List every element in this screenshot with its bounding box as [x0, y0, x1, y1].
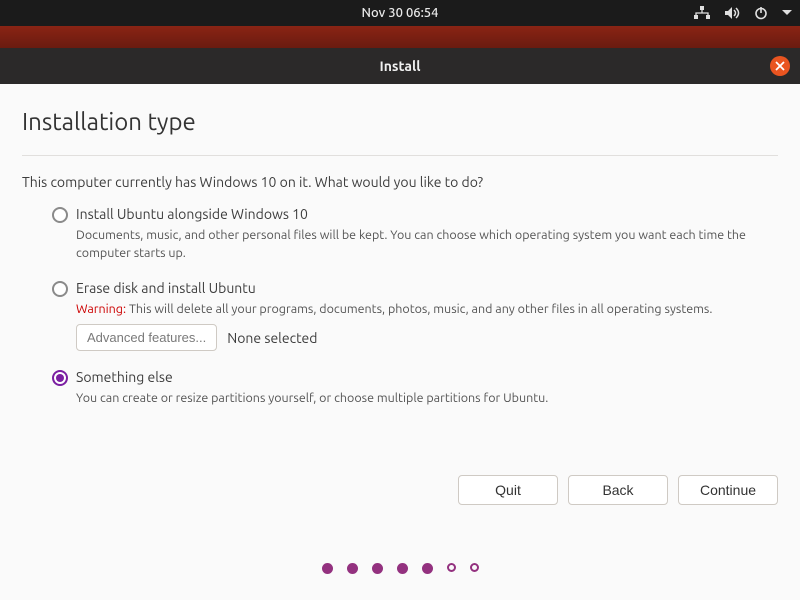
content-area: Installation type This computer currentl…: [0, 84, 800, 436]
progress-indicator: [0, 563, 800, 574]
system-topbar: Nov 30 06:54: [0, 0, 800, 26]
clock[interactable]: Nov 30 06:54: [362, 6, 439, 20]
option-description: You can create or resize partitions your…: [52, 389, 772, 407]
progress-dot: [397, 563, 408, 574]
progress-dot: [422, 563, 433, 574]
option-something-else: Something else You can create or resize …: [52, 369, 778, 407]
volume-icon[interactable]: [724, 6, 740, 20]
warning-label: Warning:: [76, 302, 126, 316]
footer-buttons: Quit Back Continue: [458, 475, 778, 505]
close-button[interactable]: [770, 56, 790, 76]
network-icon[interactable]: [694, 6, 710, 20]
warning-text: This will delete all your programs, docu…: [129, 302, 712, 316]
progress-dot: [347, 563, 358, 574]
back-button[interactable]: Back: [568, 475, 668, 505]
option-description: Warning: This will delete all your progr…: [52, 300, 772, 318]
radio-erase[interactable]: [52, 281, 68, 297]
power-icon[interactable]: [754, 6, 768, 20]
option-label[interactable]: Install Ubuntu alongside Windows 10: [76, 206, 308, 222]
option-label[interactable]: Erase disk and install Ubuntu: [76, 280, 256, 296]
radio-alongside[interactable]: [52, 207, 68, 223]
advanced-features-status: None selected: [227, 330, 317, 346]
progress-dot: [470, 563, 479, 572]
advanced-features-button[interactable]: Advanced features...: [76, 324, 217, 351]
option-label[interactable]: Something else: [76, 369, 173, 385]
progress-dot: [372, 563, 383, 574]
page-title: Installation type: [22, 108, 778, 135]
option-description: Documents, music, and other personal fil…: [52, 226, 772, 262]
intro-text: This computer currently has Windows 10 o…: [22, 174, 778, 190]
progress-dot: [322, 563, 333, 574]
options-group: Install Ubuntu alongside Windows 10 Docu…: [22, 206, 778, 408]
option-erase: Erase disk and install Ubuntu Warning: T…: [52, 280, 778, 351]
radio-something-else[interactable]: [52, 370, 68, 386]
option-alongside: Install Ubuntu alongside Windows 10 Docu…: [52, 206, 778, 262]
chevron-down-icon[interactable]: [782, 9, 792, 17]
window-title: Install: [380, 58, 421, 74]
quit-button[interactable]: Quit: [458, 475, 558, 505]
window-titlebar: Install: [0, 48, 800, 84]
accent-strip: [0, 26, 800, 48]
divider: [22, 155, 778, 156]
progress-dot: [447, 563, 456, 572]
continue-button[interactable]: Continue: [678, 475, 778, 505]
